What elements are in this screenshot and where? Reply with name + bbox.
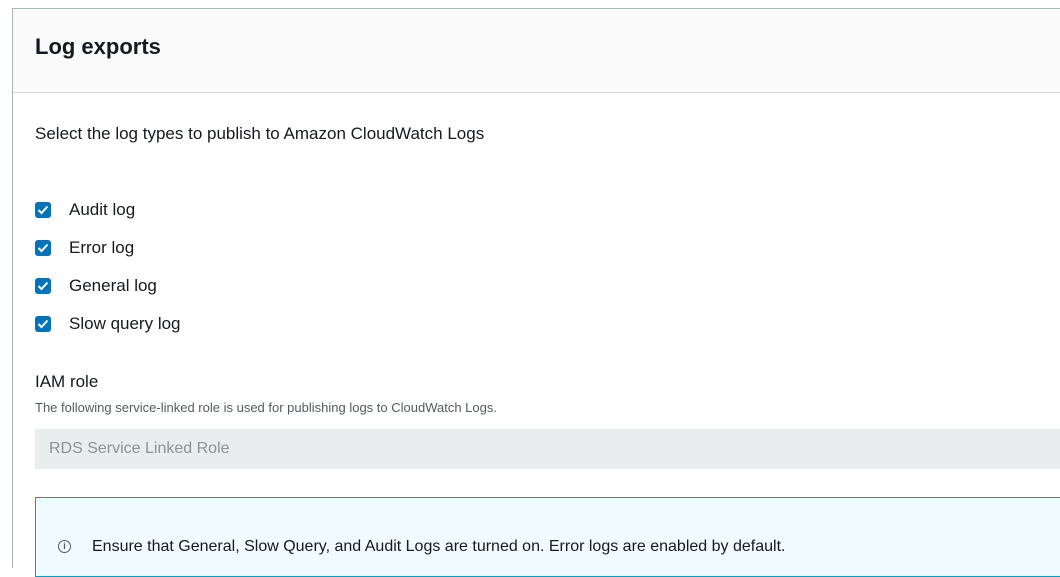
checkbox-checked-icon[interactable]: [35, 316, 51, 332]
panel-header: Log exports: [13, 9, 1060, 93]
iam-role-label: IAM role: [35, 372, 99, 391]
checkbox-label[interactable]: Slow query log: [69, 314, 181, 334]
checkbox-checked-icon[interactable]: [35, 278, 51, 294]
checkbox-label[interactable]: General log: [69, 276, 157, 296]
log-exports-panel: Log exports Select the log types to publ…: [12, 8, 1060, 577]
checkbox-label[interactable]: Error log: [69, 238, 134, 258]
iam-role-field: RDS Service Linked Role: [35, 429, 1060, 469]
checkbox-general-log[interactable]: General log: [35, 267, 181, 305]
info-alert: i Ensure that General, Slow Query, and A…: [35, 497, 1060, 577]
iam-role-value: RDS Service Linked Role: [49, 440, 230, 457]
info-icon: i: [58, 540, 71, 553]
checkbox-audit-log[interactable]: Audit log: [35, 191, 181, 229]
info-alert-text: Ensure that General, Slow Query, and Aud…: [92, 538, 786, 555]
panel-title: Log exports: [35, 34, 161, 59]
log-types-checkbox-list: Audit log Error log General log Slow que…: [35, 191, 181, 343]
iam-role-description: The following service-linked role is use…: [35, 400, 497, 415]
log-types-description: Select the log types to publish to Amazo…: [35, 124, 485, 143]
checkbox-error-log[interactable]: Error log: [35, 229, 181, 267]
checkbox-checked-icon[interactable]: [35, 240, 51, 256]
checkbox-slow-query-log[interactable]: Slow query log: [35, 305, 181, 343]
checkbox-label[interactable]: Audit log: [69, 200, 135, 220]
checkbox-checked-icon[interactable]: [35, 202, 51, 218]
